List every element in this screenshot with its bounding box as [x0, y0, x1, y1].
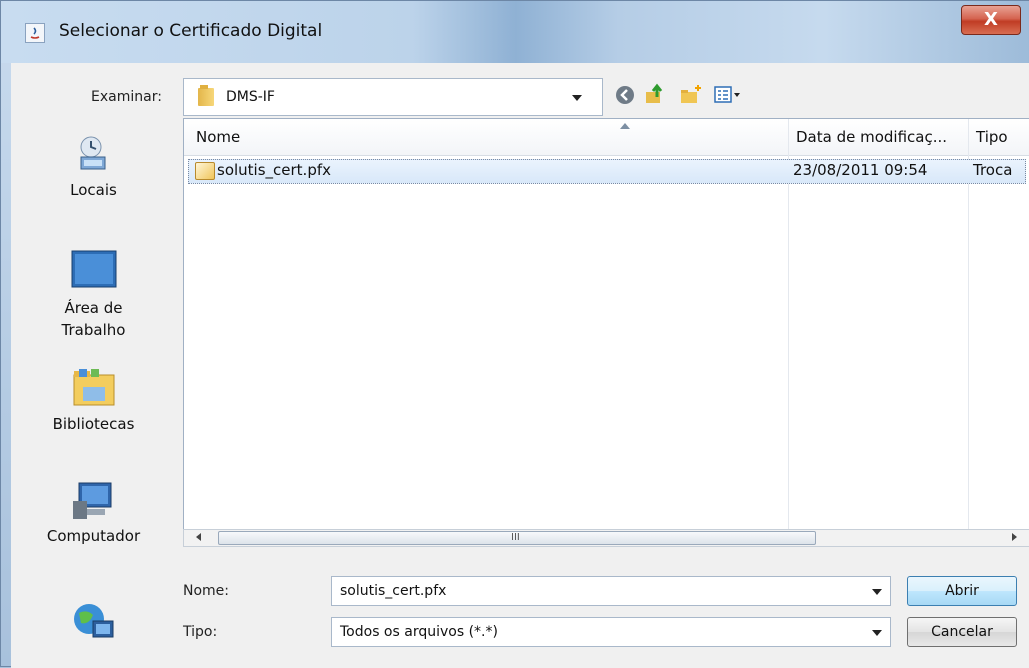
computer-icon	[72, 482, 111, 519]
open-button[interactable]: Abrir	[907, 576, 1017, 606]
column-header-data[interactable]: Data de modificaç...	[796, 119, 947, 155]
libraries-icon	[73, 369, 114, 406]
file-list[interactable]: Nome Data de modificaç... Tipo solutis_c…	[183, 118, 1029, 546]
list-item[interactable]: solutis_cert.pfx 23/08/2011 09:54 Troca	[188, 159, 1026, 184]
tipo-label: Tipo:	[183, 624, 218, 640]
filetype-select[interactable]: Todos os arquivos (*.*)	[331, 617, 891, 647]
nome-label: Nome:	[183, 583, 230, 599]
dialog-client: Examinar: DMS-IF Locais Área de Trabalho…	[11, 63, 1029, 668]
location-combobox[interactable]: DMS-IF	[183, 78, 603, 116]
certificate-file-icon	[195, 162, 215, 180]
view-menu-icon[interactable]	[713, 83, 743, 107]
java-icon	[25, 23, 45, 43]
scrollbar-grip: III	[511, 532, 520, 543]
recent-places-icon	[80, 136, 105, 170]
chevron-down-icon[interactable]	[872, 630, 882, 636]
scrollbar-thumb[interactable]: III	[218, 531, 816, 545]
examinar-label: Examinar:	[91, 89, 162, 105]
places-bar: Locais Área de Trabalho Bibliotecas Comp…	[11, 113, 176, 668]
horizontal-scrollbar[interactable]: III	[183, 529, 1029, 547]
network-icon	[73, 604, 113, 638]
column-header-nome[interactable]: Nome	[196, 119, 240, 155]
file-name: solutis_cert.pfx	[217, 161, 332, 179]
folder-icon	[198, 85, 214, 106]
column-header-tipo[interactable]: Tipo	[976, 119, 1008, 155]
place-label: Locais	[70, 181, 117, 199]
list-header: Nome Data de modificaç... Tipo	[184, 119, 1029, 156]
window-title: Selecionar o Certificado Digital	[59, 21, 323, 41]
place-label: Bibliotecas	[52, 415, 135, 433]
filename-input[interactable]: solutis_cert.pfx	[331, 576, 891, 606]
scroll-left-icon[interactable]	[196, 533, 201, 541]
place-label: Área de Trabalho	[61, 299, 126, 339]
back-icon[interactable]	[613, 83, 637, 107]
place-computador[interactable]: Computador	[11, 479, 176, 545]
filename-value: solutis_cert.pfx	[340, 583, 447, 599]
place-area-de-trabalho[interactable]: Área de Trabalho	[11, 249, 176, 341]
place-bibliotecas[interactable]: Bibliotecas	[11, 363, 176, 433]
file-type: Troca	[973, 161, 1013, 179]
chevron-down-icon[interactable]	[872, 589, 882, 595]
close-button[interactable]: X	[961, 5, 1021, 35]
desktop-icon	[71, 250, 116, 288]
sort-ascending-icon	[620, 123, 630, 129]
title-bar[interactable]: Selecionar o Certificado Digital X	[1, 1, 1029, 63]
place-label: Computador	[46, 527, 141, 545]
dialog-window: Selecionar o Certificado Digital X Exami…	[0, 0, 1029, 668]
filetype-value: Todos os arquivos (*.*)	[340, 624, 498, 640]
new-folder-icon[interactable]	[679, 83, 703, 107]
chevron-down-icon[interactable]	[572, 95, 582, 101]
file-date: 23/08/2011 09:54	[793, 161, 928, 179]
place-rede[interactable]	[11, 599, 176, 651]
cancel-button[interactable]: Cancelar	[907, 617, 1017, 647]
location-value: DMS-IF	[226, 89, 275, 105]
up-folder-icon[interactable]	[643, 83, 667, 107]
place-locais[interactable]: Locais	[11, 133, 176, 199]
scroll-right-icon[interactable]	[1012, 533, 1017, 541]
